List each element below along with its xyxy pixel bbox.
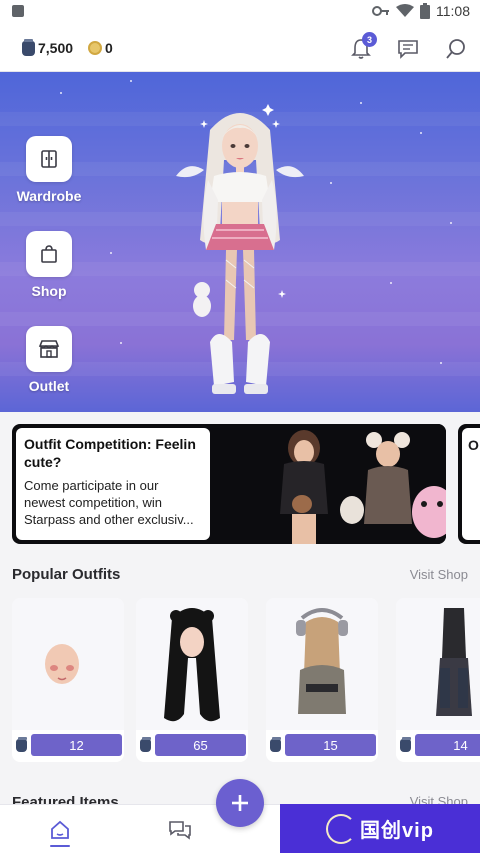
shop-label: Shop (31, 283, 67, 299)
wardrobe-tile (26, 136, 72, 182)
star-sparkle (420, 132, 422, 134)
star-sparkle (130, 80, 132, 82)
gem-jar-icon (22, 38, 35, 56)
app-screen: 11:08 7,500 0 3 Wardrobe Shop Outlet Out… (0, 0, 480, 853)
star-sparkle (330, 182, 332, 184)
notification-badge: 3 (362, 32, 377, 47)
wifi-icon (396, 4, 414, 18)
wardrobe-label: Wardrobe (16, 188, 82, 204)
create-button[interactable] (216, 779, 264, 827)
popular-outfits-title: Popular Outfits (12, 566, 121, 583)
star-sparkle (60, 92, 62, 94)
popular-outfits-carousel[interactable]: 12 65 15 14 (12, 598, 480, 762)
messages-button[interactable] (395, 36, 421, 62)
watermark-text: 国创vip (360, 820, 434, 842)
search-icon (446, 39, 465, 59)
nav-chat[interactable] (165, 817, 195, 843)
gem-jar-icon (140, 736, 151, 752)
gem-jar-icon (16, 736, 27, 752)
notifications-button[interactable]: 3 (348, 32, 377, 62)
chat-bubbles-icon (169, 821, 191, 840)
outfit-card[interactable]: 12 (12, 598, 124, 762)
competition-info: Outfit Competition: Feelin cute? Come pa… (16, 428, 210, 540)
star-sparkle (390, 282, 392, 284)
watermark-moon-logo-icon (326, 813, 357, 844)
status-indicators: 11:08 (372, 3, 470, 19)
wardrobe-button[interactable]: Wardrobe (14, 136, 84, 204)
competition-banner-image (212, 424, 446, 544)
price-button[interactable]: 12 (31, 734, 122, 756)
shop-tile (26, 231, 72, 277)
status-bar: 11:08 (0, 0, 480, 26)
battery-icon (420, 3, 430, 19)
price-row: 12 (16, 734, 122, 756)
outfit-card[interactable]: 65 (136, 598, 248, 762)
price-row: 15 (270, 734, 376, 756)
star-sparkle (440, 362, 442, 364)
shop-button[interactable]: Shop (14, 231, 84, 299)
message-icon (398, 40, 418, 59)
star-sparkle (450, 222, 452, 224)
competition-title: Outfit Competition: Feelin cute? (24, 436, 196, 470)
coin-balance[interactable]: 0 (88, 40, 113, 56)
star-sparkle (360, 102, 362, 104)
price-button[interactable]: 15 (285, 734, 376, 756)
outfit-image (136, 598, 248, 730)
shopping-bag-icon (41, 245, 57, 263)
star-sparkle (110, 252, 112, 254)
outfit-image (396, 598, 480, 730)
price-row: 65 (140, 734, 246, 756)
watermark-overlay: 国创vip (280, 804, 480, 853)
gem-amount: 7,500 (38, 40, 74, 56)
avatar-character[interactable] (170, 90, 310, 410)
plus-icon (232, 795, 248, 811)
popular-visit-shop-link[interactable]: Visit Shop (410, 567, 468, 582)
competition-card[interactable]: Outfit Competition: Feelin cute? Come pa… (12, 424, 446, 544)
outlet-label: Outlet (28, 378, 70, 394)
wardrobe-icon (41, 150, 57, 168)
top-bar: 7,500 0 3 (0, 26, 480, 72)
nav-active-indicator (50, 845, 70, 847)
competition-description: Come participate in our newest competiti… (24, 478, 194, 527)
price-button[interactable]: 14 (415, 734, 480, 756)
price-button[interactable]: 65 (155, 734, 246, 756)
coin-icon (88, 41, 102, 55)
storefront-icon (38, 340, 60, 358)
home-icon (51, 820, 69, 839)
nav-home[interactable] (45, 817, 75, 843)
price-row: 14 (400, 734, 480, 756)
outfit-card[interactable]: 14 (396, 598, 480, 762)
outlet-button[interactable]: Outlet (14, 326, 84, 394)
gem-jar-icon (400, 736, 411, 752)
star-sparkle (120, 342, 122, 344)
gem-balance[interactable]: 7,500 (22, 38, 74, 56)
competition-card-next[interactable]: O Ti (458, 424, 480, 544)
outfit-image (12, 598, 124, 730)
gem-jar-icon (270, 736, 281, 752)
competition-title-next: O Ti (462, 428, 480, 540)
coin-amount: 0 (105, 40, 113, 56)
avatar-hero: Wardrobe Shop Outlet (0, 72, 480, 412)
outlet-tile (26, 326, 72, 372)
search-button[interactable] (443, 36, 469, 62)
competition-carousel[interactable]: Outfit Competition: Feelin cute? Come pa… (12, 424, 480, 544)
notification-square-icon (12, 5, 24, 17)
outfit-image (266, 598, 378, 730)
key-icon (372, 5, 390, 17)
clock-time: 11:08 (436, 3, 470, 19)
outfit-card[interactable]: 15 (266, 598, 378, 762)
